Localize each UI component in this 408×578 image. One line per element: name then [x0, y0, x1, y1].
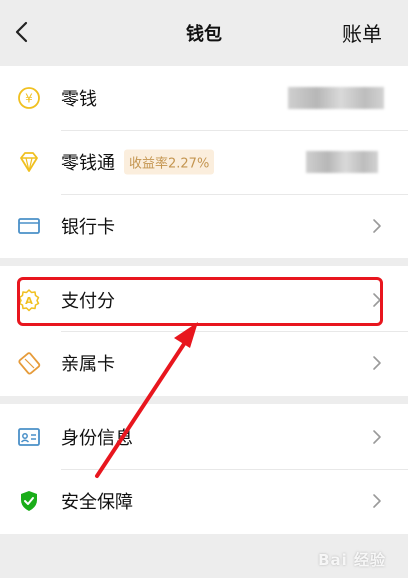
- annotation-arrow: [95, 322, 198, 478]
- watermark: Bai 经验: [318, 551, 386, 569]
